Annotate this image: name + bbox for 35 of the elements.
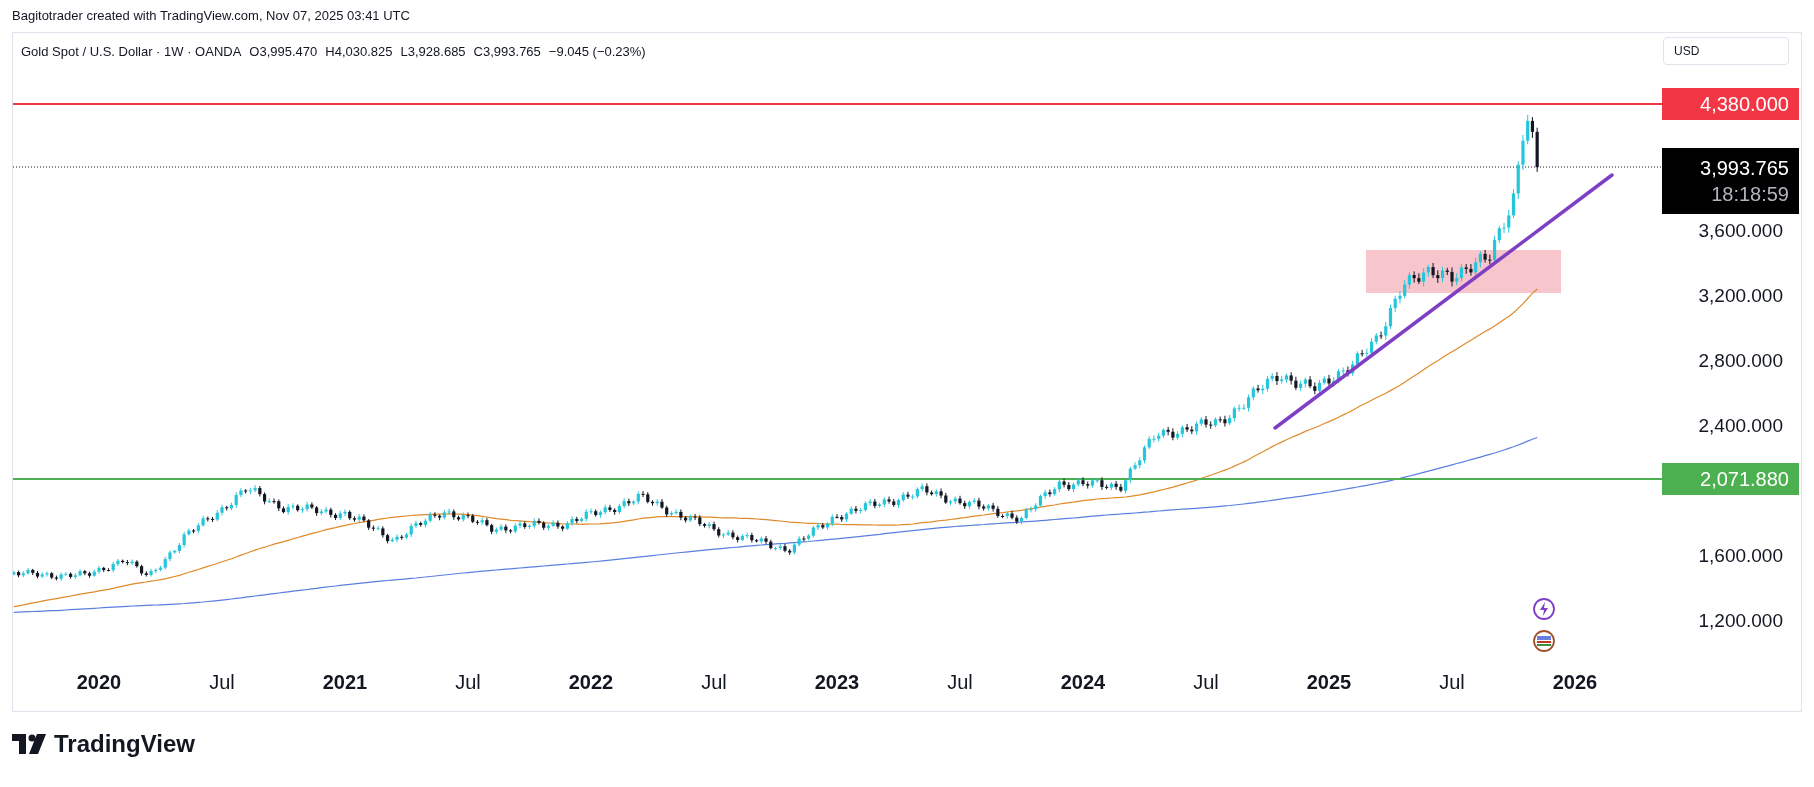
ohlc-value: L3,928.685 <box>400 43 466 62</box>
time-axis-label: Jul <box>454 670 482 695</box>
ohlc-value: O3,995.470 <box>249 43 318 62</box>
logo-icon <box>12 734 48 754</box>
price-axis-label: 2,400.000 <box>1698 415 1783 437</box>
attribution-text: Bagitotrader created with TradingView.com, Nov 07, 2025 03:41 UTC <box>12 7 410 26</box>
price-axis-label: 3,600.000 <box>1698 220 1783 242</box>
price-axis-label: 2,800.000 <box>1698 350 1783 372</box>
price-axis-label: 3,200.000 <box>1698 285 1783 307</box>
time-axis-label: 2025 <box>1305 670 1353 695</box>
time-axis-label: Jul <box>700 670 728 695</box>
time-axis-label: 2021 <box>321 670 369 695</box>
price-axis-label: 1,600.000 <box>1698 545 1783 567</box>
time-axis-label: Jul <box>1192 670 1220 695</box>
time-axis-label: 2023 <box>813 670 861 695</box>
ohlc-value: −9.045 (−0.23%) <box>548 43 646 62</box>
last-price-value: 3,993.765 <box>1700 156 1789 181</box>
time-axis-label: 2020 <box>75 670 123 695</box>
ohlc-value: H4,030.825 <box>325 43 393 62</box>
time-axis-label: Jul <box>1438 670 1466 695</box>
ohlc-value: C3,993.765 <box>473 43 541 62</box>
time-axis-label: 2022 <box>567 670 615 695</box>
lightning-icon[interactable] <box>1532 597 1556 621</box>
price-axis-label: 1,200.000 <box>1698 610 1783 632</box>
flag-icon[interactable] <box>1532 629 1556 653</box>
brand-name: TradingView <box>54 729 195 759</box>
time-axis-label: Jul <box>946 670 974 695</box>
countdown-timer: 18:18:59 <box>1711 182 1789 207</box>
price-level-label: 2,071.880 <box>1662 463 1799 495</box>
time-axis-label: 2024 <box>1059 670 1107 695</box>
time-axis-label: 2026 <box>1551 670 1599 695</box>
currency-button[interactable]: USD <box>1663 37 1789 65</box>
price-level-label: 4,380.000 <box>1662 88 1799 120</box>
symbol-title: Gold Spot / U.S. Dollar · 1W · OANDA <box>21 43 242 62</box>
time-axis-label: Jul <box>208 670 236 695</box>
